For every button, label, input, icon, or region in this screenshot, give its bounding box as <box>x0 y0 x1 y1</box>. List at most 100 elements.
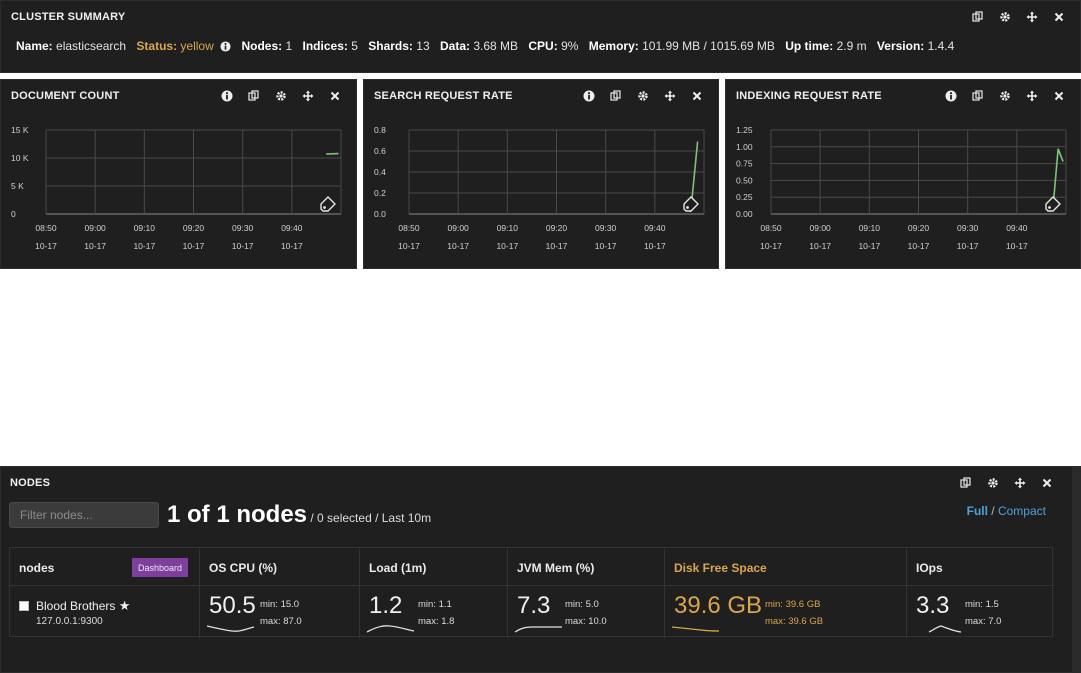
x-tick-label: 08:50 <box>398 223 420 233</box>
cluster-summary-controls <box>964 9 1072 25</box>
status-label: Status: <box>136 39 178 53</box>
x-tick-date-label: 10-17 <box>957 241 979 251</box>
nodes-label: Nodes: <box>241 39 283 53</box>
memory-label: Memory: <box>588 39 639 53</box>
x-tick-label: 09:40 <box>644 223 666 233</box>
x-tick-label: 09:00 <box>810 223 832 233</box>
indexing-request-rate-panel: INDEXING REQUEST RATE 0.00 0.25 0.50 0.75 1.… <box>725 79 1081 269</box>
x-tick-label: 08:50 <box>760 223 782 233</box>
shards-label: Shards: <box>368 39 413 53</box>
os-cpu-sparkline <box>206 625 255 632</box>
search-request-rate-panel: SEARCH REQUEST RATE 0.0 0.2 0.4 0.6 0.8 08:50… <box>363 79 719 269</box>
y-tick-label: 0.75 <box>736 159 753 169</box>
indices-label: Indices: <box>302 39 348 53</box>
shards-value: 13 <box>416 39 430 53</box>
x-tick-date-label: 10-17 <box>133 241 155 251</box>
y-tick-label: 0.8 <box>374 125 386 135</box>
y-tick-label: 0.2 <box>374 188 386 198</box>
gear-icon[interactable] <box>991 9 1018 25</box>
node-name: Blood Brothers ★ <box>19 598 130 614</box>
x-tick-label: 09:30 <box>957 223 979 233</box>
star-icon[interactable]: ★ <box>119 598 131 614</box>
iops-column: IOps 3.3 min: 1.5 max: 7.0 <box>907 548 1054 638</box>
load-value: 1.2 <box>369 592 403 619</box>
x-tick-label: 09:40 <box>1006 223 1028 233</box>
series-line <box>326 152 339 155</box>
uptime-value: 2.9 m <box>836 39 867 53</box>
x-tick-label: 09:10 <box>497 223 519 233</box>
tag-icon <box>1045 196 1061 212</box>
status-value: yellow <box>180 39 214 53</box>
iops-sparkline <box>928 625 962 633</box>
y-tick-label: 0.4 <box>374 167 386 177</box>
nodes-header-label: nodes <box>19 561 55 575</box>
indexing-request-rate-chart: 0.00 0.25 0.50 0.75 1.00 1.25 08:50 10-17 09:00 1… <box>736 125 1067 251</box>
x-tick-label: 09:10 <box>134 223 156 233</box>
disk-value: 39.6 GB <box>674 592 763 619</box>
y-tick-label: 15 K <box>11 125 29 135</box>
view-toggle: Full / Compact <box>967 504 1046 518</box>
move-icon[interactable] <box>1006 475 1033 491</box>
cluster-summary-title: CLUSTER SUMMARY <box>11 11 126 23</box>
info-icon[interactable] <box>220 41 231 55</box>
name-value: elasticsearch <box>56 39 127 53</box>
y-tick-label: 0.50 <box>736 175 753 185</box>
cpu-label: CPU: <box>528 39 558 53</box>
filter-nodes-input[interactable] <box>9 502 159 528</box>
view-full-link[interactable]: Full <box>967 504 988 518</box>
os-cpu-max: max: 87.0 <box>260 616 302 627</box>
y-tick-label: 0.6 <box>374 146 386 156</box>
x-tick-label: 08:50 <box>35 223 57 233</box>
x-tick-date-label: 10-17 <box>183 241 205 251</box>
name-label: Name: <box>16 39 53 53</box>
disk-header: Disk Free Space <box>665 548 906 586</box>
os-cpu-value: 50.5 <box>209 592 256 619</box>
version-value: 1.4.4 <box>927 39 955 53</box>
node-select-checkbox[interactable] <box>19 601 29 611</box>
tag-icon <box>683 196 699 212</box>
jvm-mem-max: max: 10.0 <box>565 616 607 627</box>
close-icon[interactable] <box>1033 475 1060 491</box>
y-tick-label: 10 K <box>11 153 29 163</box>
node-count-big: 1 of 1 nodes <box>167 501 308 528</box>
move-icon[interactable] <box>1018 9 1045 25</box>
x-tick-date-label: 10-17 <box>35 241 57 251</box>
close-icon[interactable] <box>1045 9 1072 25</box>
y-tick-label: 0.25 <box>736 192 753 202</box>
x-tick-date-label: 10-17 <box>908 241 930 251</box>
y-tick-label: 0.00 <box>736 209 753 219</box>
x-tick-date-label: 10-17 <box>760 241 782 251</box>
iops-max: max: 7.0 <box>965 616 1002 627</box>
nodes-value: 1 <box>285 39 293 53</box>
copy-icon[interactable] <box>964 9 991 25</box>
x-tick-label: 09:20 <box>908 223 930 233</box>
cluster-summary-panel: CLUSTER SUMMARY Name: elasticsearch Stat… <box>0 0 1081 73</box>
disk-min: min: 39.6 GB <box>765 599 821 610</box>
gear-icon[interactable] <box>979 475 1006 491</box>
x-tick-date-label: 10-17 <box>1006 241 1028 251</box>
page-scrollbar[interactable] <box>1073 466 1081 673</box>
copy-icon[interactable] <box>952 475 979 491</box>
dashboard-button[interactable]: Dashboard <box>132 558 189 577</box>
disk-column: Disk Free Space 39.6 GB min: 39.6 GB max… <box>665 548 907 638</box>
nodes-panel-controls <box>952 475 1060 491</box>
nodes-column-header: nodes Dashboard <box>10 548 199 586</box>
load-max: max: 1.8 <box>418 616 455 627</box>
disk-sparkline <box>671 626 720 632</box>
x-tick-date-label: 10-17 <box>546 241 568 251</box>
y-tick-label: 0 <box>11 209 16 219</box>
x-tick-date-label: 10-17 <box>809 241 831 251</box>
os-cpu-column: OS CPU (%) 50.5 min: 15.0 max: 87.0 <box>200 548 360 638</box>
y-tick-label: 1.00 <box>736 142 753 152</box>
x-tick-date-label: 10-17 <box>595 241 617 251</box>
nodes-table: nodes Dashboard Blood Brothers ★ 127.0.0… <box>9 547 1054 638</box>
x-tick-label: 09:30 <box>232 223 254 233</box>
x-tick-date-label: 10-17 <box>858 241 880 251</box>
jvm-mem-min: min: 5.0 <box>565 599 599 610</box>
iops-min: min: 1.5 <box>965 599 999 610</box>
view-compact-link[interactable]: Compact <box>998 504 1046 518</box>
jvm-mem-column: JVM Mem (%) 7.3 min: 5.0 max: 10.0 <box>508 548 665 638</box>
y-tick-label: 0.0 <box>374 209 386 219</box>
node-count: 1 of 1 nodes / 0 selected / Last 10m <box>167 501 431 529</box>
disk-max: max: 39.6 GB <box>765 616 824 627</box>
